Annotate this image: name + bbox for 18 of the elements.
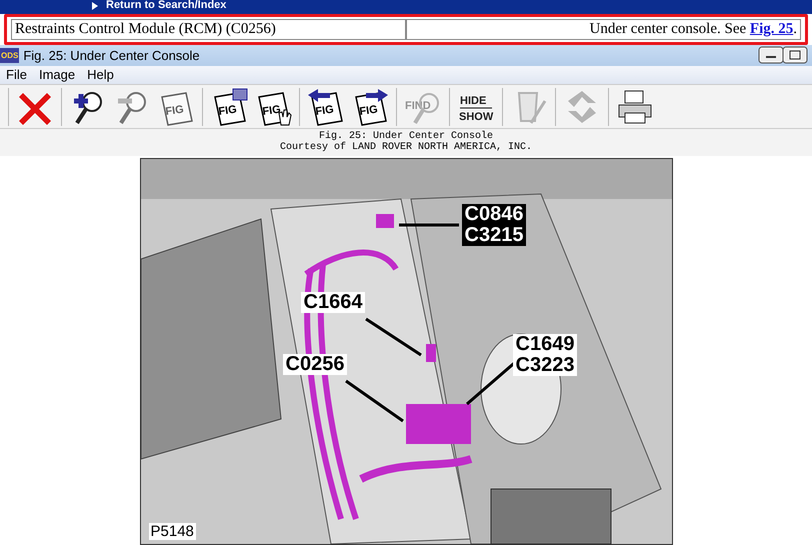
connector-callout: C1664 — [300, 292, 366, 313]
triangle-icon — [92, 2, 98, 10]
component-cell: Restraints Control Module (RCM) (C0256) — [11, 19, 406, 40]
menu-item[interactable]: Image — [32, 67, 82, 82]
menu-item[interactable]: Help — [81, 67, 120, 82]
figure-link[interactable]: Fig. 25 — [750, 21, 794, 37]
connector-callout: C1649 C3223 — [512, 334, 578, 376]
connector-callout: C0256 — [282, 354, 348, 375]
figure-caption: Fig. 25: Under Center Console — [318, 131, 494, 142]
location-cell: Under center console. See Fig. 25. — [406, 19, 801, 40]
return-link[interactable]: Return to Search/Index — [106, 0, 226, 11]
figure-credit: Courtesy of LAND ROVER NORTH AMERICA, INC. — [280, 142, 532, 153]
connector-callout: C0846 C3215 — [462, 204, 526, 246]
app-logo: ODS — [0, 48, 20, 63]
menu-item[interactable]: File — [0, 67, 33, 82]
figure-id-label: P5148 — [148, 523, 196, 540]
window-buttons-icon[interactable] — [758, 46, 808, 64]
window-title: Fig. 25: Under Center Console — [23, 48, 201, 63]
